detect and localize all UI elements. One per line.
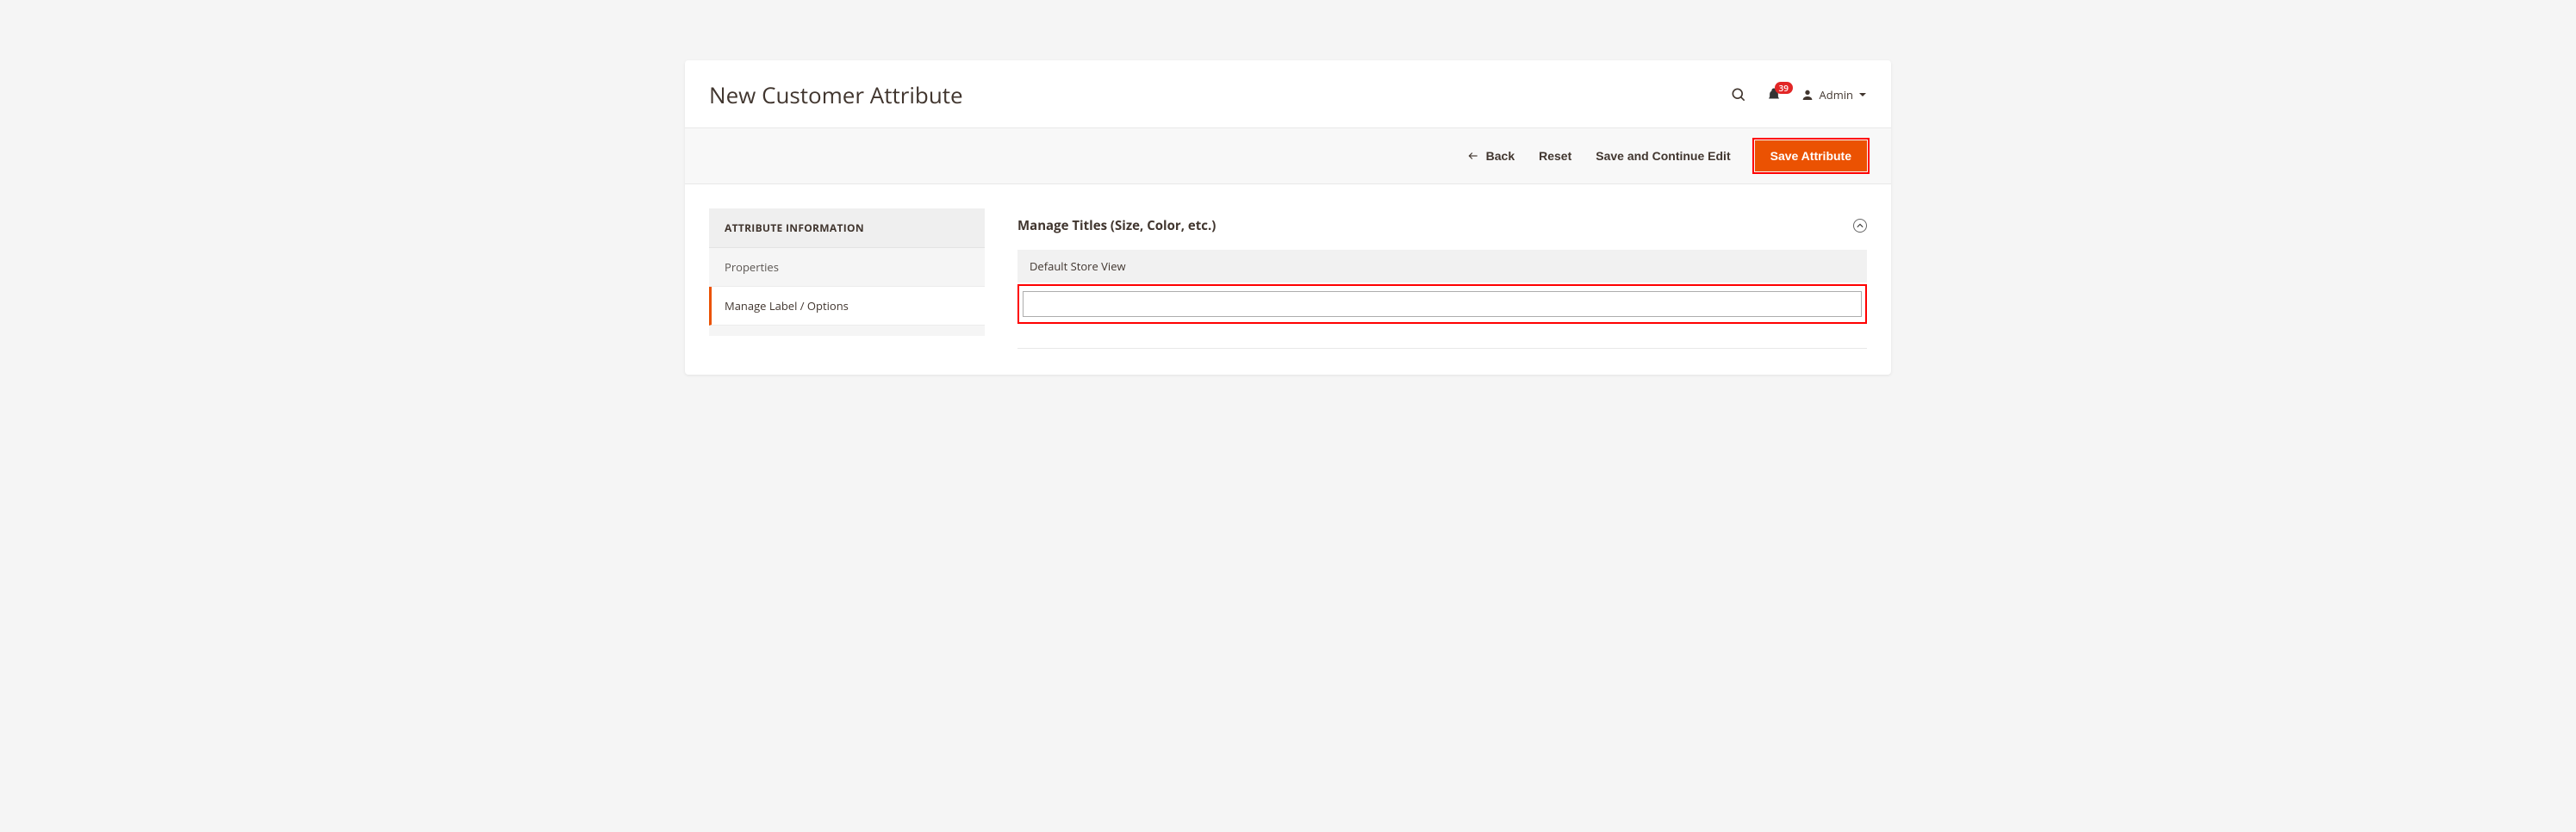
notification-badge: 39 <box>1775 82 1793 94</box>
reset-label: Reset <box>1539 149 1571 163</box>
save-attribute-button[interactable]: Save Attribute <box>1755 140 1867 171</box>
collapse-toggle[interactable] <box>1853 219 1867 233</box>
page-title: New Customer Attribute <box>709 79 963 110</box>
section-divider <box>1017 348 1867 349</box>
section-title: Manage Titles (Size, Color, etc.) <box>1017 217 1216 234</box>
user-icon <box>1801 88 1814 102</box>
column-header-default-store-view: Default Store View <box>1017 250 1867 283</box>
chevron-up-icon <box>1857 222 1864 229</box>
save-continue-button[interactable]: Save and Continue Edit <box>1596 149 1730 163</box>
arrow-left-icon <box>1467 150 1479 162</box>
sidebar-heading: ATTRIBUTE INFORMATION <box>709 208 985 248</box>
save-attribute-label: Save Attribute <box>1770 149 1851 163</box>
action-bar: Back Reset Save and Continue Edit Save A… <box>685 127 1891 184</box>
chevron-down-icon <box>1858 90 1867 99</box>
title-input-row <box>1017 284 1867 324</box>
page-header: New Customer Attribute 39 Admin <box>685 60 1891 127</box>
admin-account-menu[interactable]: Admin <box>1801 87 1867 102</box>
reset-button[interactable]: Reset <box>1539 149 1571 163</box>
sidebar-item-properties[interactable]: Properties <box>709 248 985 287</box>
default-store-view-input[interactable] <box>1023 291 1862 317</box>
sidebar-item-label: Manage Label / Options <box>725 298 849 314</box>
search-icon[interactable] <box>1730 86 1747 103</box>
header-tools: 39 Admin <box>1730 86 1867 103</box>
back-label: Back <box>1486 149 1515 163</box>
sidebar-item-label: Properties <box>725 259 779 275</box>
content-row: ATTRIBUTE INFORMATION Properties Manage … <box>685 208 1891 349</box>
main-panel: Manage Titles (Size, Color, etc.) Defaul… <box>1017 208 1867 349</box>
back-button[interactable]: Back <box>1467 149 1515 163</box>
notifications-icon[interactable]: 39 <box>1766 87 1782 102</box>
sidebar-item-manage-label-options[interactable]: Manage Label / Options <box>709 287 985 326</box>
sidebar: ATTRIBUTE INFORMATION Properties Manage … <box>709 208 985 349</box>
save-continue-label: Save and Continue Edit <box>1596 149 1730 163</box>
section-header: Manage Titles (Size, Color, etc.) <box>1017 208 1867 250</box>
page-card: New Customer Attribute 39 Admin <box>685 60 1891 375</box>
admin-label: Admin <box>1820 87 1853 102</box>
sidebar-spacer <box>709 326 985 336</box>
